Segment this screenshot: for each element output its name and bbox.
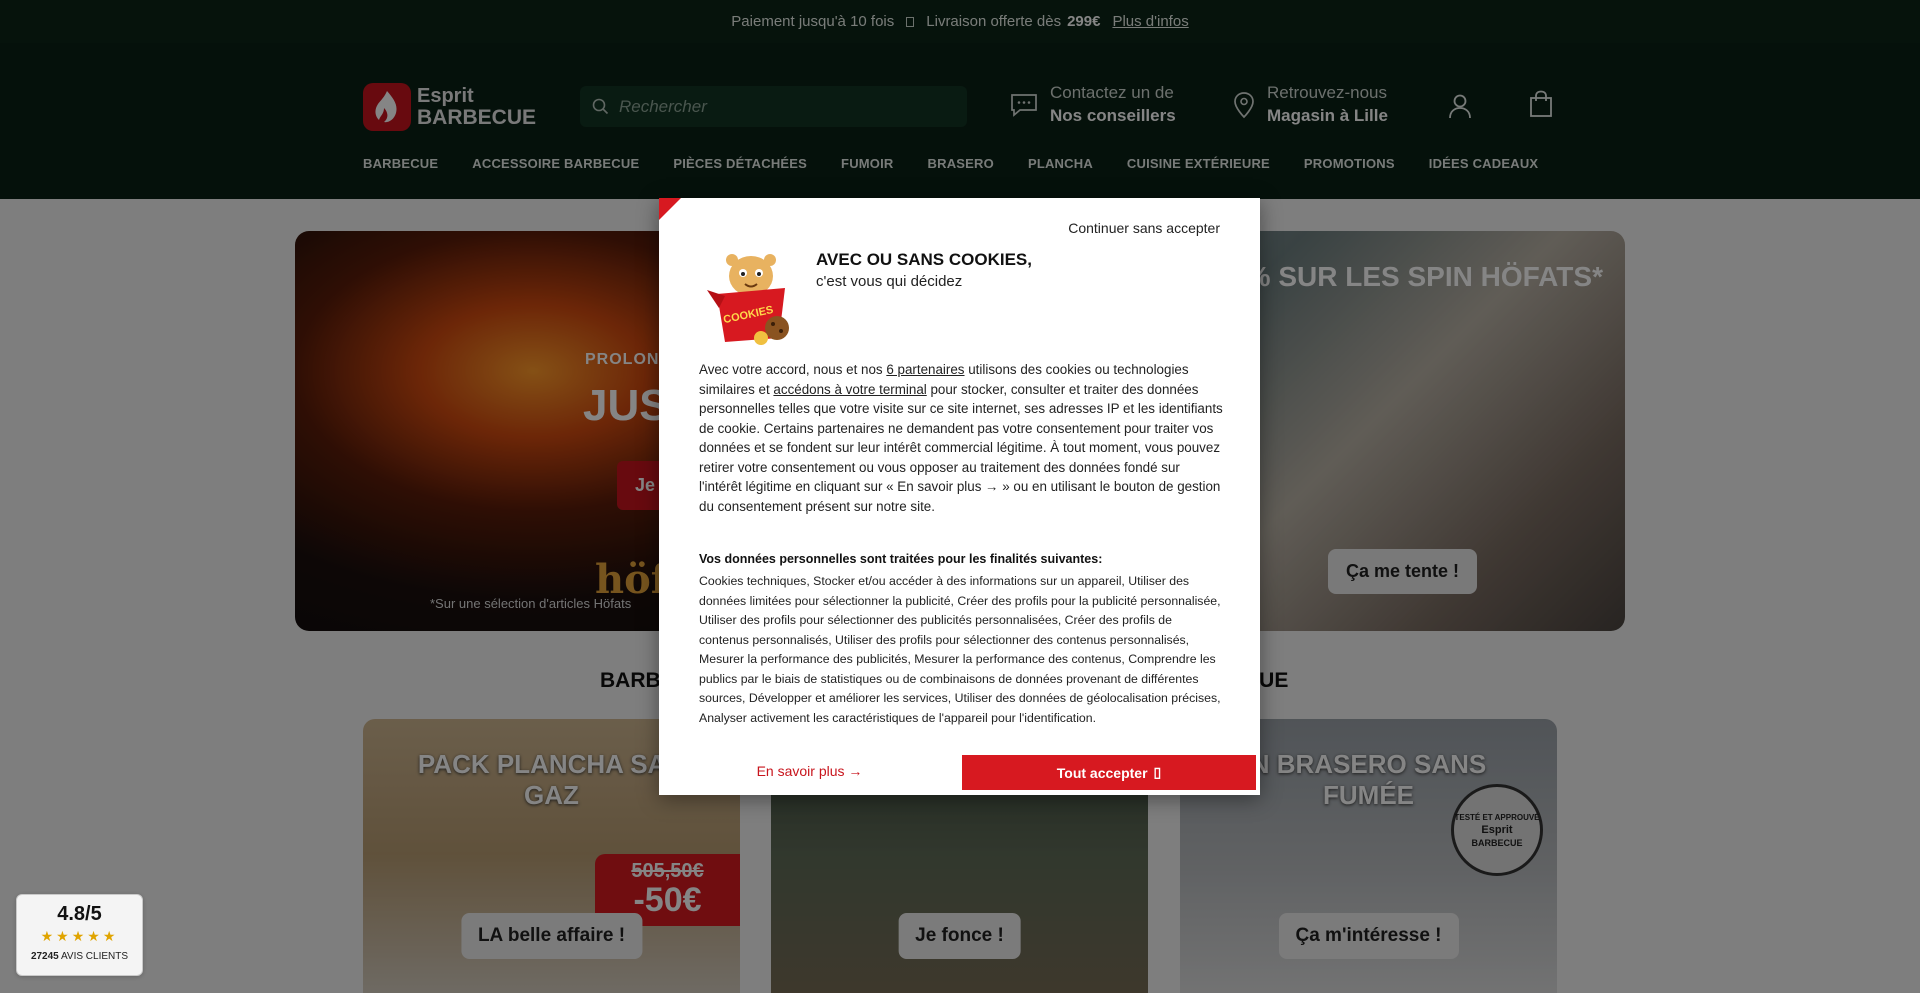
continue-without-accepting-link[interactable]: Continuer sans accepter — [1068, 220, 1220, 236]
learn-more-link[interactable]: En savoir plus → — [659, 763, 960, 779]
cookie-title: AVEC OU SANS COOKIES, — [816, 250, 1032, 269]
star-rating-icon: ★★★★★ — [40, 928, 119, 944]
cookie-description: Avec votre accord, nous et nos 6 partena… — [699, 360, 1224, 516]
body-text-1: Avec votre accord, nous et nos — [699, 362, 887, 377]
accept-all-button[interactable]: Tout accepter ▯ — [962, 755, 1256, 790]
review-count: 27245 AVIS CLIENTS — [17, 951, 142, 962]
rating-score: 4.8/5 — [57, 903, 102, 925]
customer-rating-widget[interactable]: 4.8/5 ★★★★★ 27245 AVIS CLIENTS — [16, 894, 143, 976]
body-text-3: pour stocker, consulter et traiter des d… — [699, 381, 1223, 514]
cookie-subtitle: c'est vous qui décidez — [816, 273, 963, 290]
partners-link[interactable]: 6 partenaires — [886, 362, 964, 377]
purposes-list: Cookies techniques, Stocker et/ou accéde… — [699, 574, 1221, 725]
corner-accent — [659, 198, 681, 220]
review-count-number: 27245 — [30, 951, 59, 962]
accept-icon: ▯ — [1153, 764, 1162, 780]
cookie-mascot-icon: COOKIES — [707, 254, 789, 345]
accept-all-label: Tout accepter — [1056, 764, 1148, 781]
cookie-consent-modal: Continuer sans accepter COOKIES AVEC OU … — [659, 198, 1260, 795]
terminal-link[interactable]: accédons à votre terminal — [773, 382, 926, 397]
review-count-label: AVIS CLIENTS — [60, 951, 129, 962]
purposes-title: Vos données personnelles sont traitées p… — [699, 552, 1103, 566]
